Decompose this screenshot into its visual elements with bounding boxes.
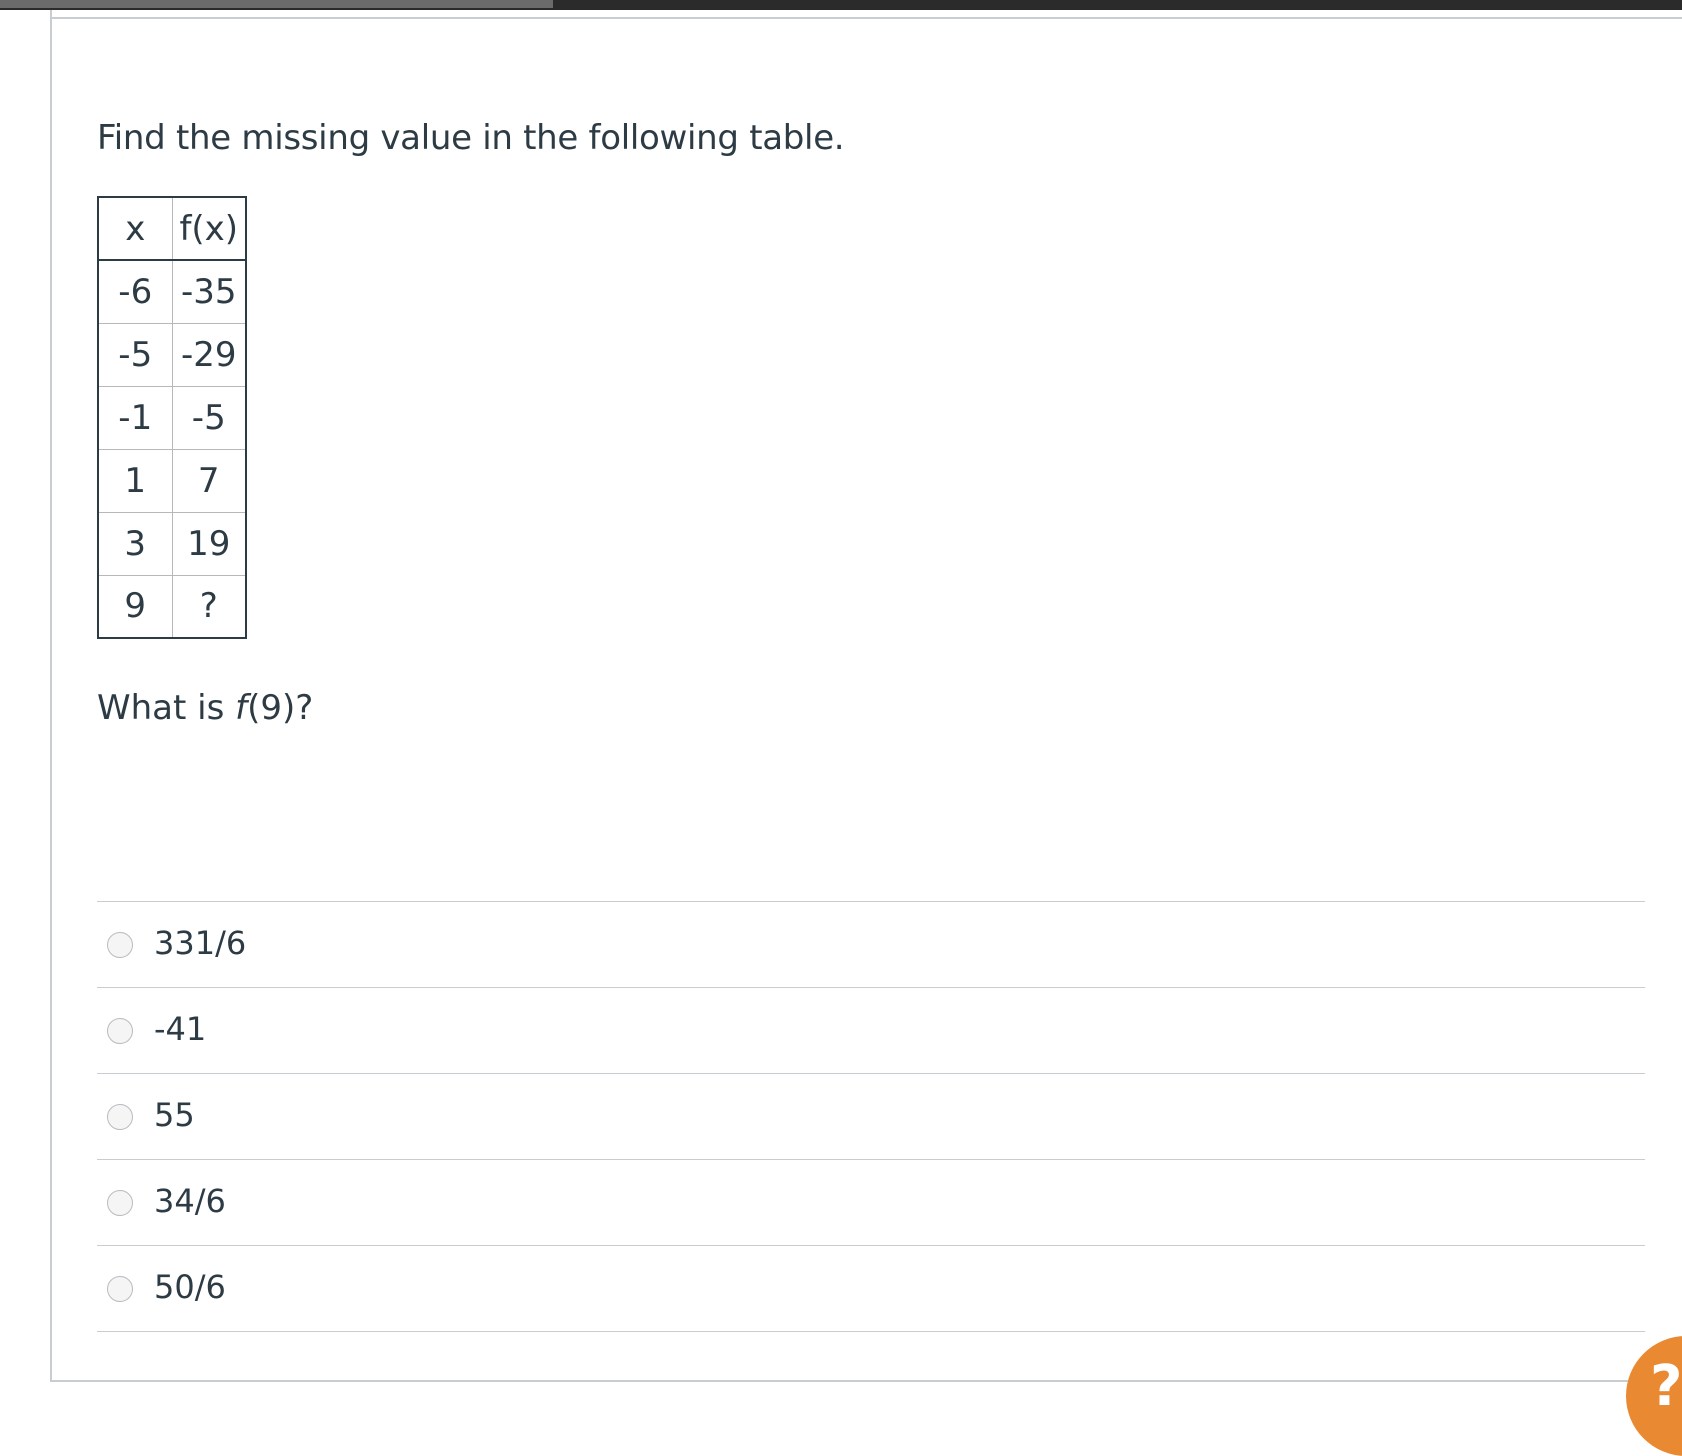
table-header-fx: f(x)	[171, 196, 247, 261]
sub-question-prefix: What is	[97, 688, 236, 728]
function-table: x f(x) -6 -35 -5 -29 -1 -5 1 7 3 19 9 ?	[97, 196, 247, 639]
table-cell-x: -6	[97, 259, 173, 324]
table-cell-x: 9	[97, 574, 173, 639]
answer-option[interactable]: 34/6	[97, 1160, 1645, 1246]
answer-option[interactable]: 331/6	[97, 902, 1645, 988]
table-header-row: x f(x)	[97, 196, 247, 261]
question-text: Find the missing value in the following …	[97, 118, 845, 158]
table-row: -5 -29	[97, 322, 247, 387]
answer-label[interactable]: 50/6	[154, 1268, 226, 1306]
answer-list: 331/6 -41 55 34/6 50/6	[97, 901, 1645, 1332]
table-cell-fx: -5	[171, 385, 247, 450]
table-row: -6 -35	[97, 259, 247, 324]
table-header-x: x	[97, 196, 173, 261]
table-cell-x: -5	[97, 322, 173, 387]
sub-question-suffix: (9)?	[247, 688, 314, 728]
answer-option[interactable]: 55	[97, 1074, 1645, 1160]
table-cell-x: 3	[97, 511, 173, 576]
top-progress-fill	[0, 0, 553, 8]
radio-button[interactable]	[107, 1190, 133, 1216]
question-mark-icon: ?	[1650, 1354, 1682, 1419]
top-progress-bar	[0, 0, 1682, 10]
function-name: f	[235, 688, 248, 728]
table-cell-x: -1	[97, 385, 173, 450]
table-cell-fx: -35	[171, 259, 247, 324]
table-cell-x: 1	[97, 448, 173, 513]
answer-option[interactable]: -41	[97, 988, 1645, 1074]
table-row: 1 7	[97, 448, 247, 513]
table-cell-fx: ?	[171, 574, 247, 639]
answer-label[interactable]: 331/6	[154, 924, 246, 962]
radio-button[interactable]	[107, 1276, 133, 1302]
sub-question: What is f(9)?	[97, 688, 313, 728]
answer-label[interactable]: 34/6	[154, 1182, 226, 1220]
answer-label[interactable]: -41	[154, 1010, 206, 1048]
table-cell-fx: -29	[171, 322, 247, 387]
table-row: -1 -5	[97, 385, 247, 450]
radio-button[interactable]	[107, 1104, 133, 1130]
answer-label[interactable]: 55	[154, 1096, 195, 1134]
radio-button[interactable]	[107, 932, 133, 958]
table-cell-fx: 19	[171, 511, 247, 576]
answer-option[interactable]: 50/6	[97, 1246, 1645, 1332]
radio-button[interactable]	[107, 1018, 133, 1044]
table-row: 3 19	[97, 511, 247, 576]
table-cell-fx: 7	[171, 448, 247, 513]
table-row: 9 ?	[97, 574, 247, 639]
